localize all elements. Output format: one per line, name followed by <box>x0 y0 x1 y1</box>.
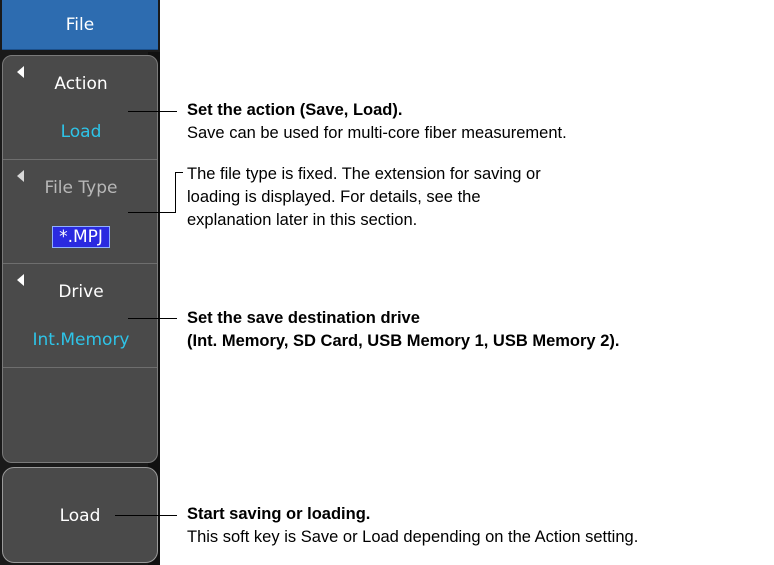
action-leader-line <box>128 111 177 112</box>
action-callout: Set the action (Save, Load). Save can be… <box>187 99 567 145</box>
drive-label: Drive <box>58 282 104 302</box>
action-label: Action <box>54 74 108 94</box>
file-type-value-wrap: *.MPJ <box>3 226 157 248</box>
file-type-leader-line <box>128 212 175 213</box>
load-callout: Start saving or loading. This soft key i… <box>187 503 638 549</box>
load-leader-line <box>115 515 177 516</box>
drive-callout: Set the save destination drive (Int. Mem… <box>187 307 619 353</box>
action-callout-text: Save can be used for multi-core fiber me… <box>187 124 567 142</box>
action-value: Load <box>60 122 102 142</box>
file-type-callout-line2: loading is displayed. For details, see t… <box>187 188 481 206</box>
soft-key-panel: File Action Load File Type *.MPJ Drive I… <box>0 0 160 565</box>
load-callout-text: This soft key is Save or Load depending … <box>187 528 639 546</box>
drive-callout-line1: Set the save destination drive <box>187 309 420 327</box>
menu-title: File <box>2 0 158 50</box>
load-callout-title: Start saving or loading. <box>187 505 371 523</box>
drive-value: Int.Memory <box>32 330 130 350</box>
drive-leader-line <box>128 318 177 319</box>
file-type-callout-line3: explanation later in this section. <box>187 211 418 229</box>
file-type-callout: The file type is fixed. The extension fo… <box>187 163 541 232</box>
file-type-label: File Type <box>44 178 118 198</box>
file-type-value: *.MPJ <box>52 226 110 248</box>
action-soft-key[interactable]: Action Load <box>3 56 157 160</box>
drive-callout-line2: (Int. Memory, SD Card, USB Memory 1, USB… <box>187 332 620 350</box>
drive-soft-key[interactable]: Drive Int.Memory <box>3 264 157 368</box>
file-type-leader-bracket-top <box>175 172 183 173</box>
action-callout-title: Set the action (Save, Load). <box>187 101 403 119</box>
file-type-callout-line1: The file type is fixed. The extension fo… <box>187 165 541 183</box>
file-type-leader-bracket <box>175 172 176 213</box>
soft-key-group: Action Load File Type *.MPJ Drive Int.Me… <box>2 55 158 463</box>
